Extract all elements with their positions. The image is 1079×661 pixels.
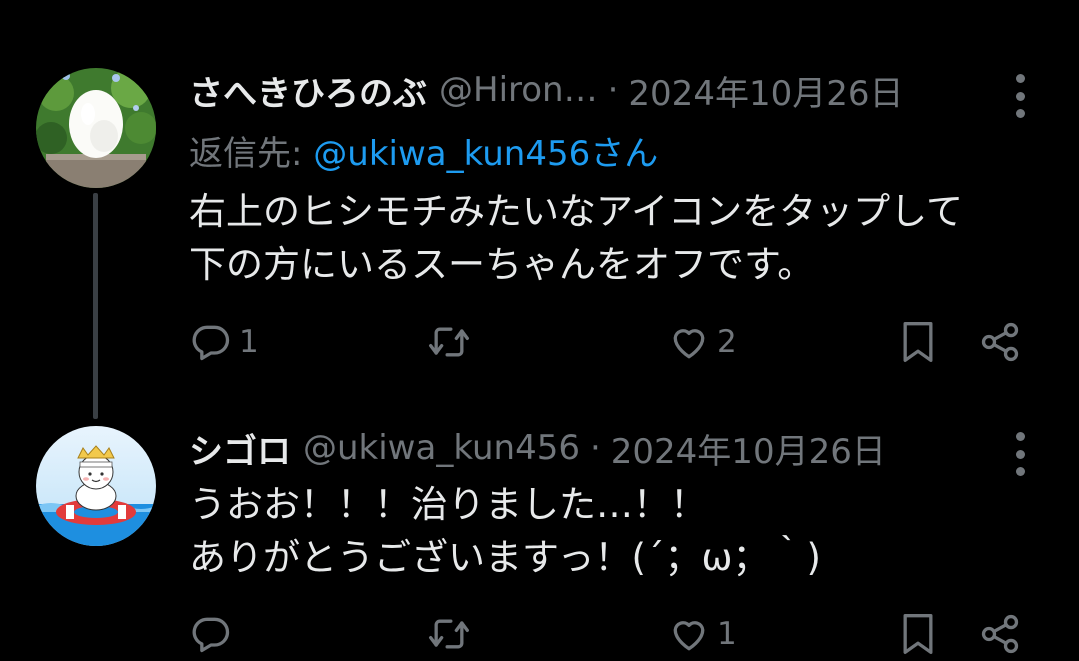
retweet-icon — [426, 612, 472, 656]
bookmark-button[interactable] — [898, 612, 938, 656]
heart-icon — [667, 320, 711, 364]
tweet-text-line: うおお！！！治りました…！！ — [189, 483, 707, 526]
more-options-icon[interactable] — [1012, 432, 1028, 476]
swim-ring-character-avatar-icon[interactable] — [36, 426, 156, 546]
separator-dot: · — [607, 70, 619, 110]
tweet-text: うおお！！！治りました…！！ ありがとうございますっ！(´；ω；｀) — [189, 478, 821, 584]
share-icon — [978, 320, 1022, 364]
user-handle[interactable]: @ukiwa_kun456 — [303, 428, 580, 468]
tweet-text-line: 右上のヒシモチみたいなアイコンをタップして — [189, 190, 964, 233]
tweet-text: 右上のヒシモチみたいなアイコンをタップして 下の方にいるスーちゃんをオフです。 — [189, 185, 963, 291]
like-button[interactable]: 2 — [667, 320, 737, 364]
like-count: 2 — [717, 324, 737, 360]
reply-button[interactable]: 1 — [189, 320, 259, 364]
reply-count: 1 — [239, 324, 259, 360]
tweet-date[interactable]: 2024年10月26日 — [628, 66, 903, 115]
like-count: 1 — [717, 616, 737, 652]
more-options-icon[interactable] — [1012, 74, 1028, 118]
reply-icon — [189, 320, 233, 364]
bookmark-icon — [898, 320, 938, 364]
user-handle[interactable]: @Hiron… — [439, 70, 598, 110]
share-icon — [978, 612, 1022, 656]
separator-dot: · — [589, 428, 601, 468]
display-name[interactable]: さへきひろのぶ — [189, 66, 427, 115]
tweet-header: シゴロ @ukiwa_kun456 · 2024年10月26日 — [189, 424, 886, 472]
like-button[interactable]: 1 — [667, 612, 737, 656]
replying-to-mention[interactable]: @ukiwa_kun456さん — [313, 134, 658, 174]
tweet-header: さへきひろのぶ @Hiron… · 2024年10月26日 — [189, 66, 903, 114]
bookmark-button[interactable] — [898, 320, 938, 364]
share-button[interactable] — [978, 320, 1022, 364]
tweet-text-line: ありがとうございますっ！(´；ω；｀) — [189, 536, 821, 579]
reply-button[interactable] — [189, 612, 239, 656]
egg-avatar-icon[interactable] — [36, 68, 156, 188]
retweet-button[interactable] — [426, 612, 478, 656]
heart-icon — [667, 612, 711, 656]
retweet-icon — [426, 320, 472, 364]
replying-to-label: 返信先: — [189, 134, 314, 174]
share-button[interactable] — [978, 612, 1022, 656]
bookmark-icon — [898, 612, 938, 656]
replying-to: 返信先: @ukiwa_kun456さん — [189, 126, 658, 175]
tweet-text-line: 下の方にいるスーちゃんをオフです。 — [189, 243, 815, 286]
reply-icon — [189, 612, 233, 656]
display-name[interactable]: シゴロ — [189, 424, 291, 473]
tweet-date[interactable]: 2024年10月26日 — [611, 424, 886, 473]
retweet-button[interactable] — [426, 320, 478, 364]
thread-connector-line — [93, 193, 98, 419]
